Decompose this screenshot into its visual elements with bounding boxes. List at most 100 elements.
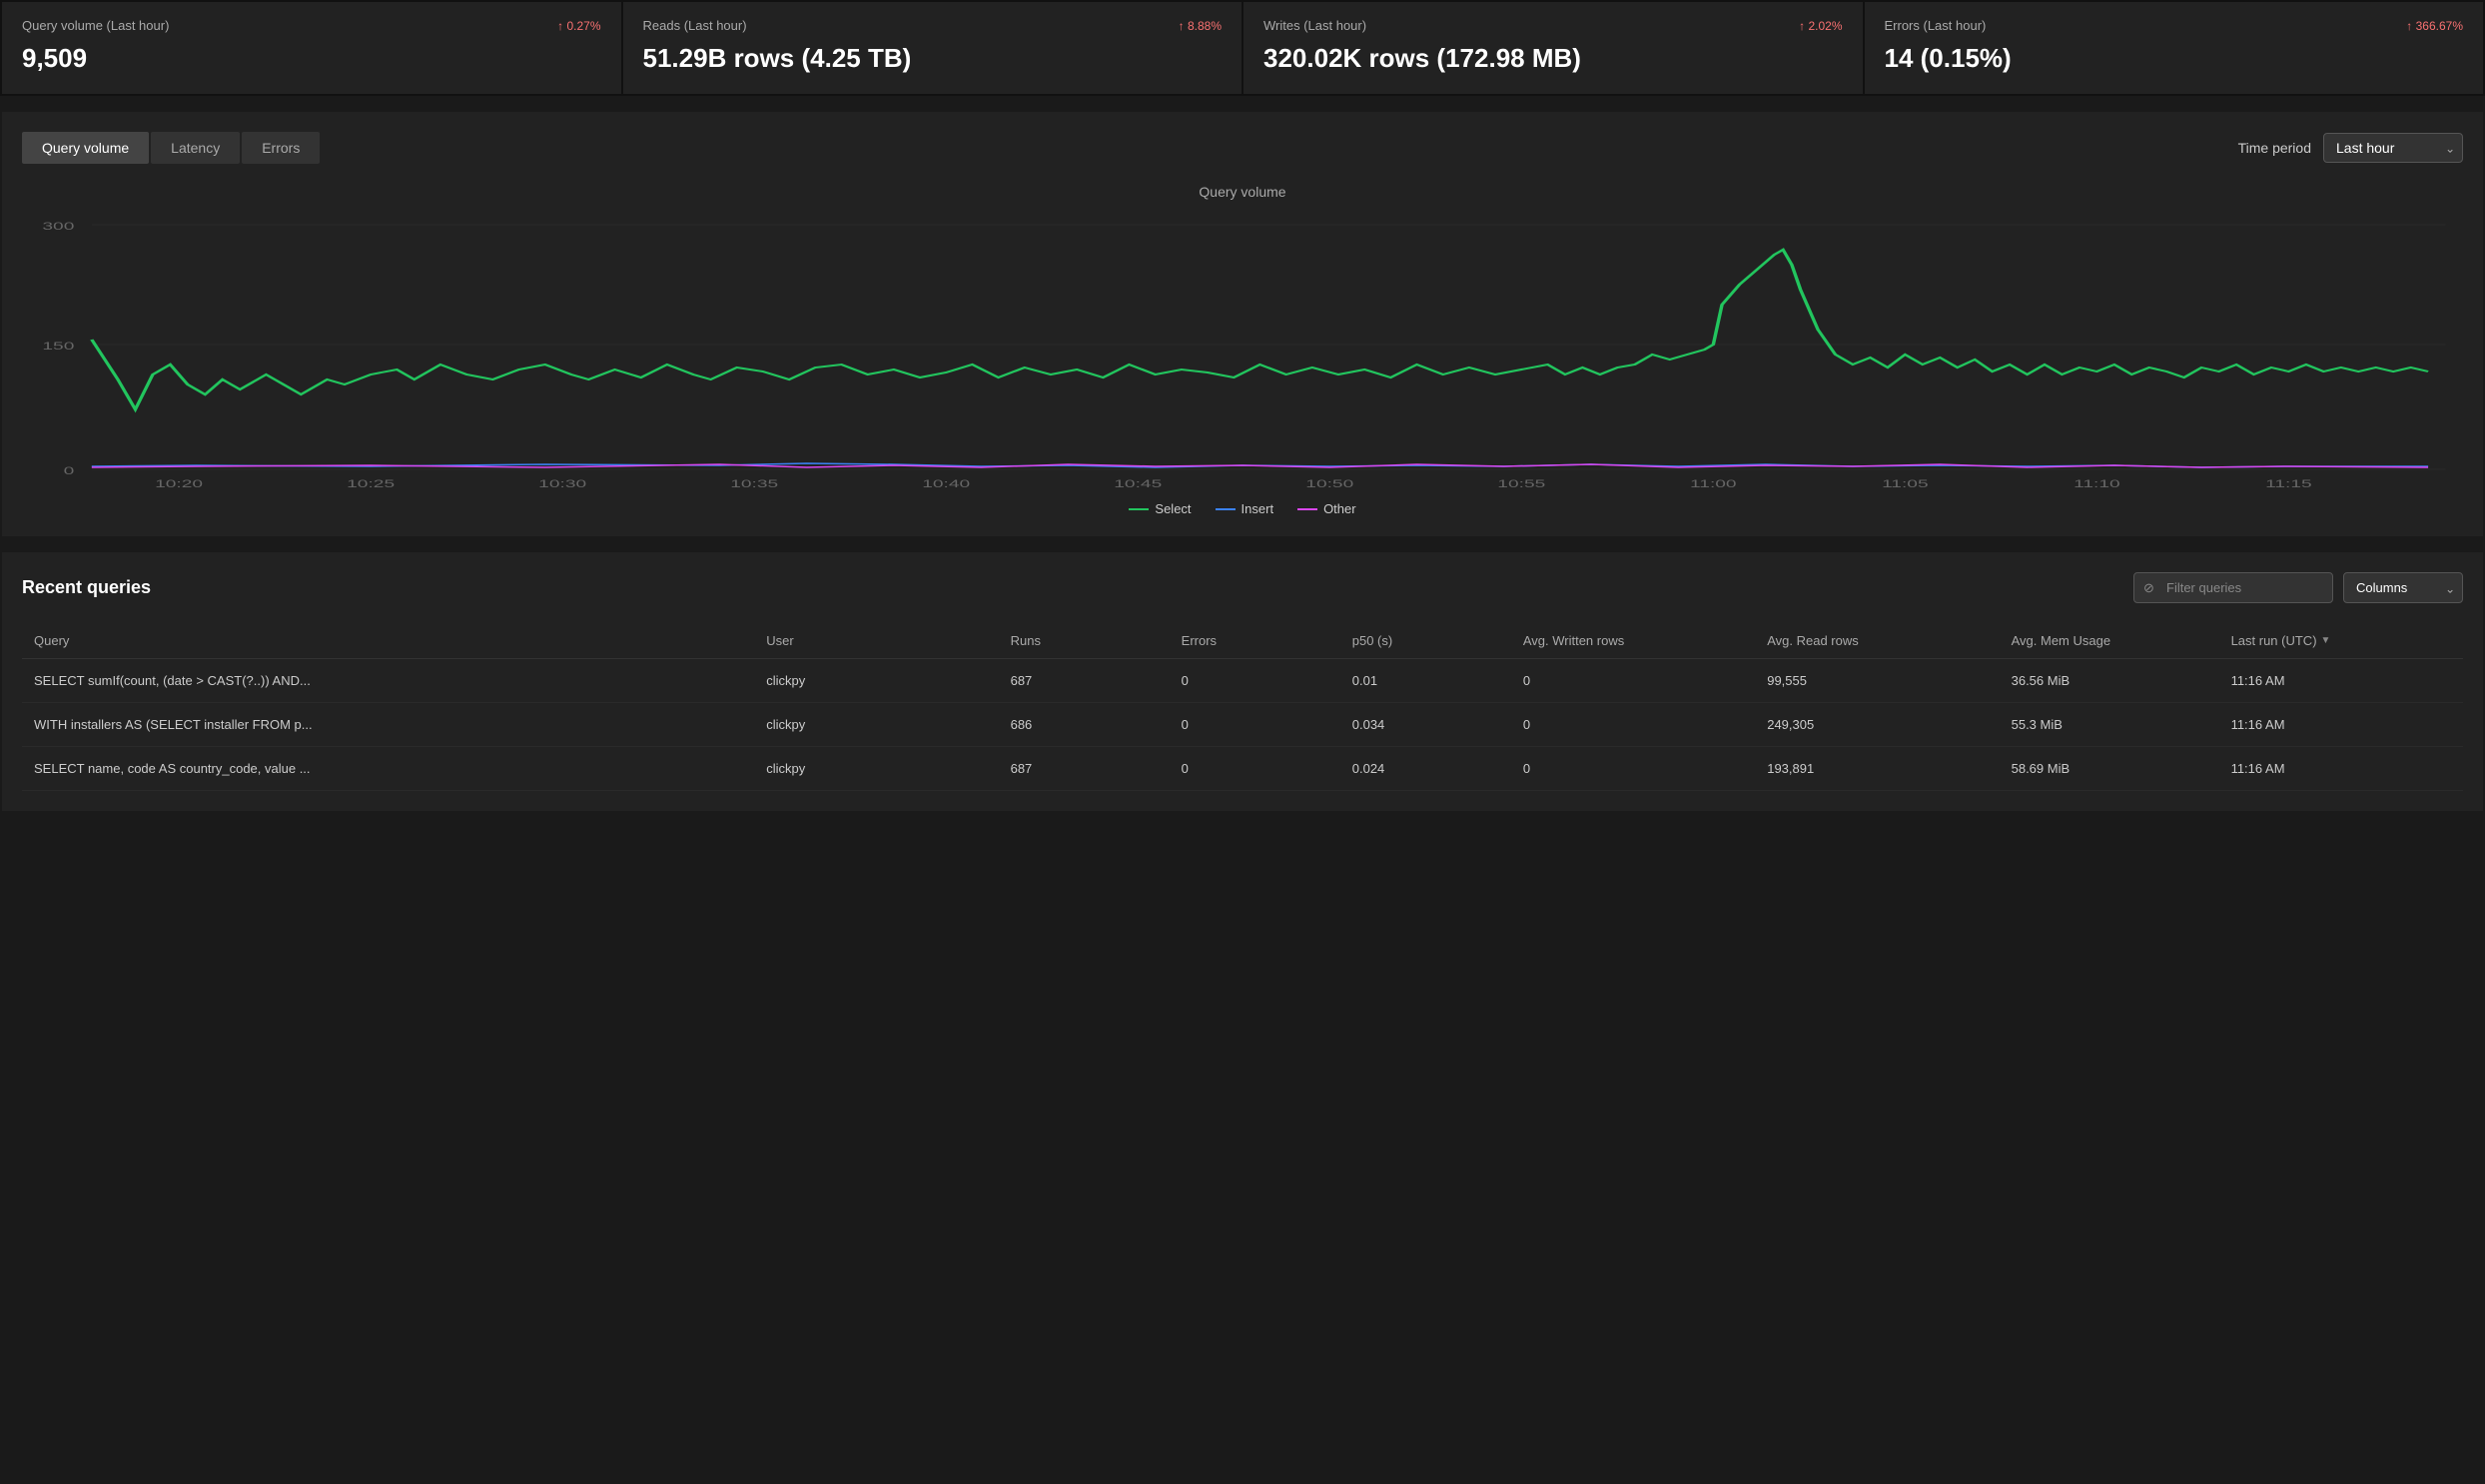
time-period-select[interactable]: Last hourLast 24 hoursLast 7 days (2323, 133, 2463, 163)
svg-text:11:10: 11:10 (2073, 478, 2120, 489)
legend-label-insert: Insert (1242, 501, 1274, 516)
metric-card-0: Query volume (Last hour) ↑ 0.27% 9,509 (2, 2, 621, 94)
cell-query-2: SELECT name, code AS country_code, value… (22, 747, 754, 791)
svg-text:11:15: 11:15 (2265, 478, 2312, 489)
metric-header-3: Errors (Last hour) ↑ 366.67% (1885, 18, 2464, 33)
section-controls: ⊘ Columns (2133, 572, 2463, 603)
table-row[interactable]: WITH installers AS (SELECT installer FRO… (22, 703, 2463, 747)
table-row[interactable]: SELECT sumIf(count, (date > CAST(?..)) A… (22, 659, 2463, 703)
svg-text:10:55: 10:55 (1497, 478, 1545, 489)
metric-change-0: ↑ 0.27% (557, 19, 600, 33)
cell-runs-1: 686 (999, 703, 1170, 747)
cell-p50-2: 0.024 (1340, 747, 1511, 791)
filter-icon: ⊘ (2143, 580, 2154, 596)
legend-dot-other (1297, 508, 1317, 510)
chart-title: Query volume (22, 184, 2463, 200)
chart-tab-latency[interactable]: Latency (151, 132, 240, 164)
legend-dot-insert (1216, 508, 1236, 510)
cell-avg-read-1: 249,305 (1755, 703, 1999, 747)
cell-user-2: clickpy (754, 747, 998, 791)
legend-dot-select (1129, 508, 1149, 510)
metric-title-3: Errors (Last hour) (1885, 18, 1987, 33)
chart-tabs: Query volumeLatencyErrors (22, 132, 320, 164)
cell-avg-mem-1: 55.3 MiB (2000, 703, 2219, 747)
cell-errors-0: 0 (1170, 659, 1340, 703)
chart-svg: 300 150 0 10:20 10:25 10:30 10:35 10:40 … (22, 210, 2463, 489)
columns-select[interactable]: Columns (2343, 572, 2463, 603)
metric-card-1: Reads (Last hour) ↑ 8.88% 51.29B rows (4… (623, 2, 1242, 94)
sort-icon: ▼ (2321, 635, 2331, 646)
chart-controls: Query volumeLatencyErrors Time period La… (22, 132, 2463, 164)
legend-item-select: Select (1129, 501, 1191, 516)
svg-text:150: 150 (42, 341, 74, 353)
chart-tab-query-volume[interactable]: Query volume (22, 132, 149, 164)
svg-text:300: 300 (42, 221, 74, 233)
time-period-label: Time period (2238, 140, 2311, 156)
svg-text:10:20: 10:20 (155, 478, 203, 489)
filter-queries-input[interactable] (2133, 572, 2333, 603)
th-query: Query (22, 623, 754, 659)
table-body: SELECT sumIf(count, (date > CAST(?..)) A… (22, 659, 2463, 791)
svg-text:11:05: 11:05 (1882, 478, 1929, 489)
legend-label-select: Select (1155, 501, 1191, 516)
th-last-run: Last run (UTC) ▼ (2219, 623, 2463, 659)
cell-avg-mem-0: 36.56 MiB (2000, 659, 2219, 703)
cell-avg-written-2: 0 (1511, 747, 1755, 791)
legend-label-other: Other (1323, 501, 1356, 516)
th-avg-written: Avg. Written rows (1511, 623, 1755, 659)
cell-last-run-2: 11:16 AM (2219, 747, 2463, 791)
cell-runs-2: 687 (999, 747, 1170, 791)
cell-user-1: clickpy (754, 703, 998, 747)
metric-value-2: 320.02K rows (172.98 MB) (1263, 43, 1843, 74)
cell-avg-read-2: 193,891 (1755, 747, 1999, 791)
cell-avg-written-0: 0 (1511, 659, 1755, 703)
chart-tab-errors[interactable]: Errors (242, 132, 320, 164)
svg-text:10:30: 10:30 (538, 478, 586, 489)
section-title: Recent queries (22, 577, 151, 598)
th-last-run-label: Last run (UTC) (2231, 633, 2317, 648)
table-header-row: Query User Runs Errors p50 (s) Avg. Writ… (22, 623, 2463, 659)
table-row[interactable]: SELECT name, code AS country_code, value… (22, 747, 2463, 791)
metric-value-0: 9,509 (22, 43, 601, 74)
svg-text:11:00: 11:00 (1690, 478, 1737, 489)
cell-p50-0: 0.01 (1340, 659, 1511, 703)
svg-text:0: 0 (64, 465, 75, 477)
cell-runs-0: 687 (999, 659, 1170, 703)
cell-p50-1: 0.034 (1340, 703, 1511, 747)
th-avg-mem: Avg. Mem Usage (2000, 623, 2219, 659)
metric-title-2: Writes (Last hour) (1263, 18, 1366, 33)
metric-header-1: Reads (Last hour) ↑ 8.88% (643, 18, 1223, 33)
time-period-control: Time period Last hourLast 24 hoursLast 7… (2238, 133, 2463, 163)
svg-text:10:25: 10:25 (347, 478, 395, 489)
top-metrics: Query volume (Last hour) ↑ 0.27% 9,509 R… (0, 0, 2485, 96)
th-runs: Runs (999, 623, 1170, 659)
cell-last-run-1: 11:16 AM (2219, 703, 2463, 747)
metric-change-2: ↑ 2.02% (1799, 19, 1842, 33)
th-user: User (754, 623, 998, 659)
metric-value-3: 14 (0.15%) (1885, 43, 2464, 74)
metric-value-1: 51.29B rows (4.25 TB) (643, 43, 1223, 74)
legend-item-insert: Insert (1216, 501, 1274, 516)
cell-last-run-0: 11:16 AM (2219, 659, 2463, 703)
svg-text:10:45: 10:45 (1114, 478, 1162, 489)
table-header: Query User Runs Errors p50 (s) Avg. Writ… (22, 623, 2463, 659)
section-header: Recent queries ⊘ Columns (22, 572, 2463, 603)
metric-header-0: Query volume (Last hour) ↑ 0.27% (22, 18, 601, 33)
metric-change-3: ↑ 366.67% (2406, 19, 2463, 33)
chart-legend: Select Insert Other (22, 501, 2463, 516)
metric-header-2: Writes (Last hour) ↑ 2.02% (1263, 18, 1843, 33)
chart-container: 300 150 0 10:20 10:25 10:30 10:35 10:40 … (22, 210, 2463, 489)
cell-user-0: clickpy (754, 659, 998, 703)
cell-avg-written-1: 0 (1511, 703, 1755, 747)
queries-table: Query User Runs Errors p50 (s) Avg. Writ… (22, 623, 2463, 791)
th-avg-read: Avg. Read rows (1755, 623, 1999, 659)
metric-card-2: Writes (Last hour) ↑ 2.02% 320.02K rows … (1243, 2, 1863, 94)
cell-query-0: SELECT sumIf(count, (date > CAST(?..)) A… (22, 659, 754, 703)
recent-queries-section: Recent queries ⊘ Columns Query User Runs… (2, 552, 2483, 811)
metric-title-1: Reads (Last hour) (643, 18, 747, 33)
svg-text:10:35: 10:35 (730, 478, 778, 489)
th-errors: Errors (1170, 623, 1340, 659)
metric-card-3: Errors (Last hour) ↑ 366.67% 14 (0.15%) (1865, 2, 2484, 94)
metric-change-1: ↑ 8.88% (1179, 19, 1222, 33)
columns-select-wrapper: Columns (2343, 572, 2463, 603)
